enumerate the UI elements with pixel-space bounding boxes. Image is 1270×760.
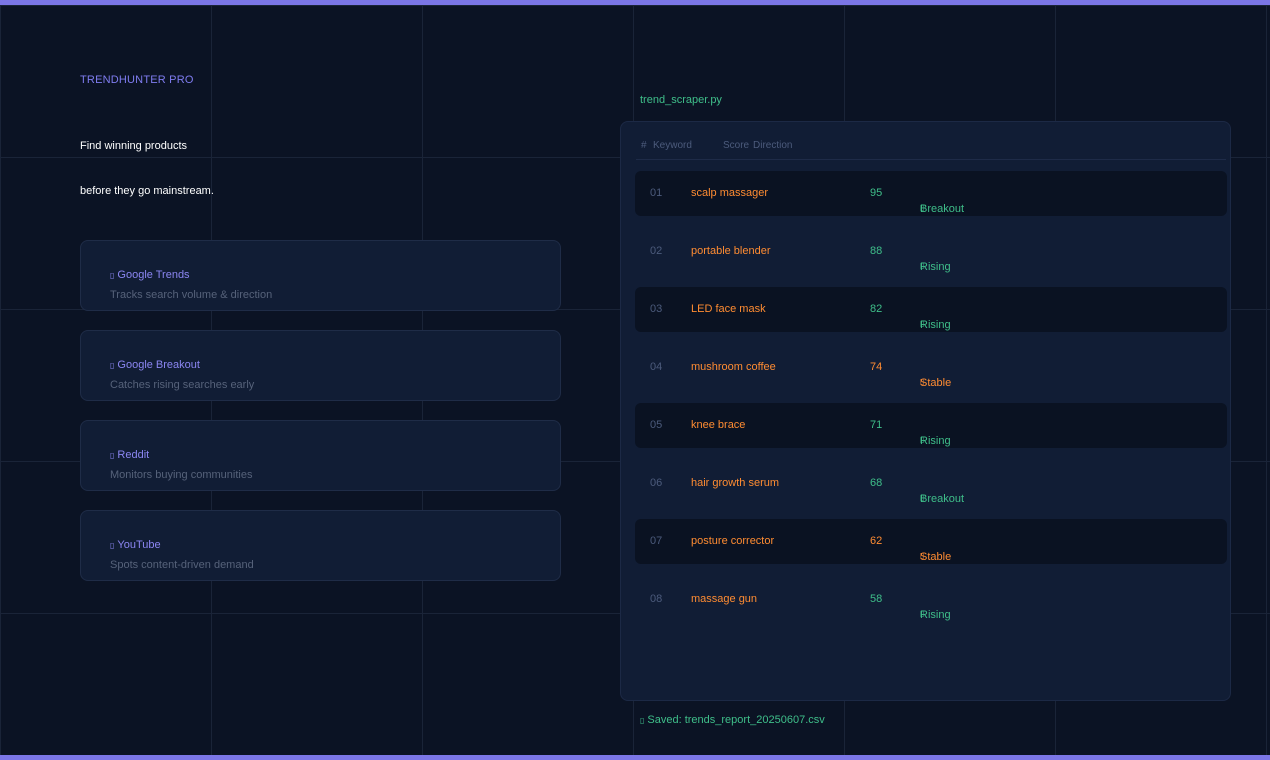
source-name: Google Trends <box>117 269 190 281</box>
row-num: 03 <box>650 303 663 315</box>
row-score: 71 <box>870 419 883 431</box>
source-description: Spots content-driven demand <box>110 559 254 571</box>
row-keyword: knee brace <box>691 419 746 431</box>
row-num: 08 <box>650 593 663 605</box>
brand-label: TRENDHUNTER PRO <box>80 74 194 86</box>
row-num: 06 <box>650 477 663 489</box>
table-row[interactable]: 08 massage gun 58 ▯ Rising <box>635 577 1227 622</box>
table-header: # Keyword Score Direction <box>636 138 1226 160</box>
saved-text: Saved: trends_report_20250607.csv <box>647 714 825 726</box>
results-panel: # Keyword Score Direction 01 scalp massa… <box>620 121 1231 701</box>
table-row[interactable]: 06 hair growth serum 68 ▯ Breakout <box>635 461 1227 506</box>
source-description: Catches rising searches early <box>110 379 255 391</box>
table-row[interactable]: 02 portable blender 88 ▯ Rising <box>635 229 1227 274</box>
source-card-reddit[interactable]: ▯ Reddit Monitors buying communities <box>80 420 561 491</box>
table-row[interactable]: 04 mushroom coffee 74 ▯ Stable <box>635 345 1227 390</box>
row-keyword: hair growth serum <box>691 477 780 489</box>
header-direction: Direction <box>753 140 793 151</box>
source-card-google-breakout[interactable]: ▯ Google Breakout Catches rising searches… <box>80 330 561 401</box>
row-num: 04 <box>650 361 663 373</box>
trend-icon: ▯ <box>110 271 115 280</box>
row-score: 95 <box>870 187 883 199</box>
source-description: Monitors buying communities <box>110 469 253 481</box>
youtube-icon: ▯ <box>110 541 115 550</box>
bottom-accent-bar <box>0 755 1270 760</box>
source-name: YouTube <box>117 539 161 551</box>
row-num: 07 <box>650 535 663 547</box>
table-row[interactable]: 01 scalp massager 95 ▯ Breakout <box>635 171 1227 216</box>
row-keyword: posture corrector <box>691 535 775 547</box>
table-row[interactable]: 03 LED face mask 82 ▯ Rising <box>635 287 1227 332</box>
source-card-google-trends[interactable]: ▯ Google Trends Tracks search volume & di… <box>80 240 561 311</box>
row-score: 82 <box>870 303 883 315</box>
table-row[interactable]: 05 knee brace 71 ▯ Rising <box>635 403 1227 448</box>
row-score: 88 <box>870 245 883 257</box>
reddit-icon: ▯ <box>110 451 115 460</box>
row-num: 01 <box>650 187 663 199</box>
headline-line-1: Find winning products <box>80 140 188 152</box>
check-icon: ▯ <box>640 716 645 725</box>
file-title: trend_scraper.py <box>640 94 722 106</box>
saved-status: ▯ Saved: trends_report_20250607.csv <box>640 714 825 726</box>
table-row[interactable]: 07 posture corrector 62 ▯ Stable <box>635 519 1227 564</box>
row-score: 68 <box>870 477 883 489</box>
source-card-youtube[interactable]: ▯ YouTube Spots content-driven demand <box>80 510 561 581</box>
source-name: Reddit <box>117 449 150 461</box>
breakout-icon: ▯ <box>110 361 115 370</box>
header-keyword: Keyword <box>653 140 692 151</box>
source-name: Google Breakout <box>117 359 200 371</box>
row-keyword: scalp massager <box>691 187 769 199</box>
headline: Find winning products before they go mai… <box>80 124 214 214</box>
row-keyword: mushroom coffee <box>691 361 776 373</box>
row-num: 02 <box>650 245 663 257</box>
row-score: 74 <box>870 361 883 373</box>
row-score: 62 <box>870 535 883 547</box>
row-keyword: portable blender <box>691 245 771 257</box>
headline-line-2: before they go mainstream. <box>80 185 214 197</box>
source-description: Tracks search volume & direction <box>110 289 273 301</box>
header-num: # <box>641 140 647 151</box>
row-keyword: LED face mask <box>691 303 766 315</box>
row-keyword: massage gun <box>691 593 758 605</box>
row-num: 05 <box>650 419 663 431</box>
row-score: 58 <box>870 593 883 605</box>
header-score: Score <box>723 140 750 151</box>
